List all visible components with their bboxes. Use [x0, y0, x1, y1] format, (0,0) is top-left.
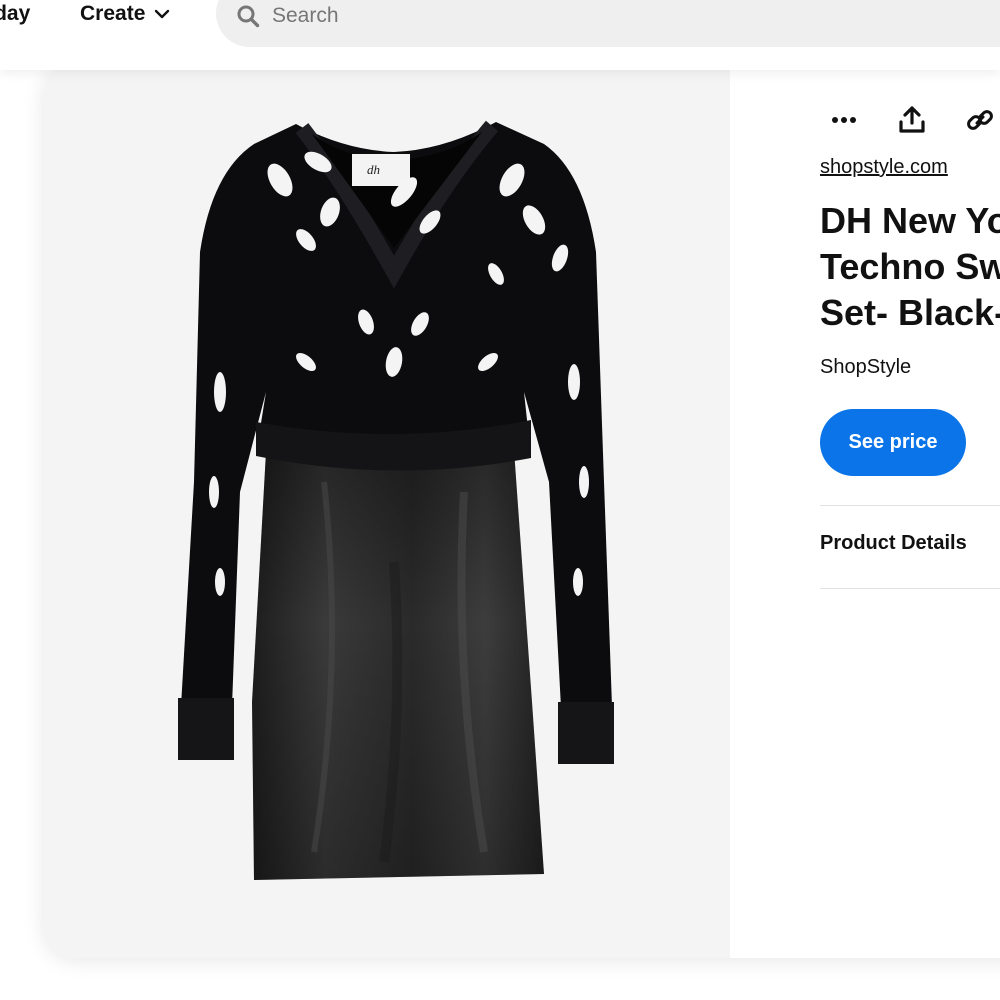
ellipsis-icon [832, 117, 856, 123]
divider [820, 588, 1000, 589]
share-icon [899, 106, 925, 133]
product-image-panel[interactable]: dh [44, 62, 730, 958]
merchant-name: ShopStyle [820, 356, 912, 378]
search-icon [236, 4, 260, 28]
nav-today-link[interactable]: Today [0, 2, 30, 26]
link-icon [967, 110, 993, 130]
svg-text:dh: dh [367, 162, 380, 177]
top-nav: Today Create [0, 0, 1000, 70]
pin-info-panel: shopstyle.com DH New York Techno Sweater… [776, 62, 1000, 958]
product-details-toggle[interactable]: Product Details [820, 532, 967, 555]
pin-card: dh shopstyle.com DH New Yo Techno Sw Set… [44, 62, 1000, 958]
product-title: DH New York Techno Sweater Set- Black- S [820, 200, 1000, 333]
nav-today-label: Today [0, 2, 31, 25]
product-image: dh [178, 120, 614, 880]
create-menu-button[interactable]: Create [80, 2, 171, 26]
see-price-button[interactable]: See price [820, 409, 966, 476]
divider [820, 505, 1000, 506]
chevron-down-icon [155, 9, 170, 19]
share-button[interactable] [888, 96, 936, 144]
source-link[interactable]: shopstyle.com [820, 156, 948, 179]
copy-link-button[interactable] [956, 96, 1000, 144]
search-bar[interactable] [216, 0, 1000, 47]
more-options-button[interactable] [820, 96, 868, 144]
search-input[interactable] [270, 0, 974, 32]
pin-actions [820, 96, 1000, 144]
create-label: Create [80, 2, 146, 25]
